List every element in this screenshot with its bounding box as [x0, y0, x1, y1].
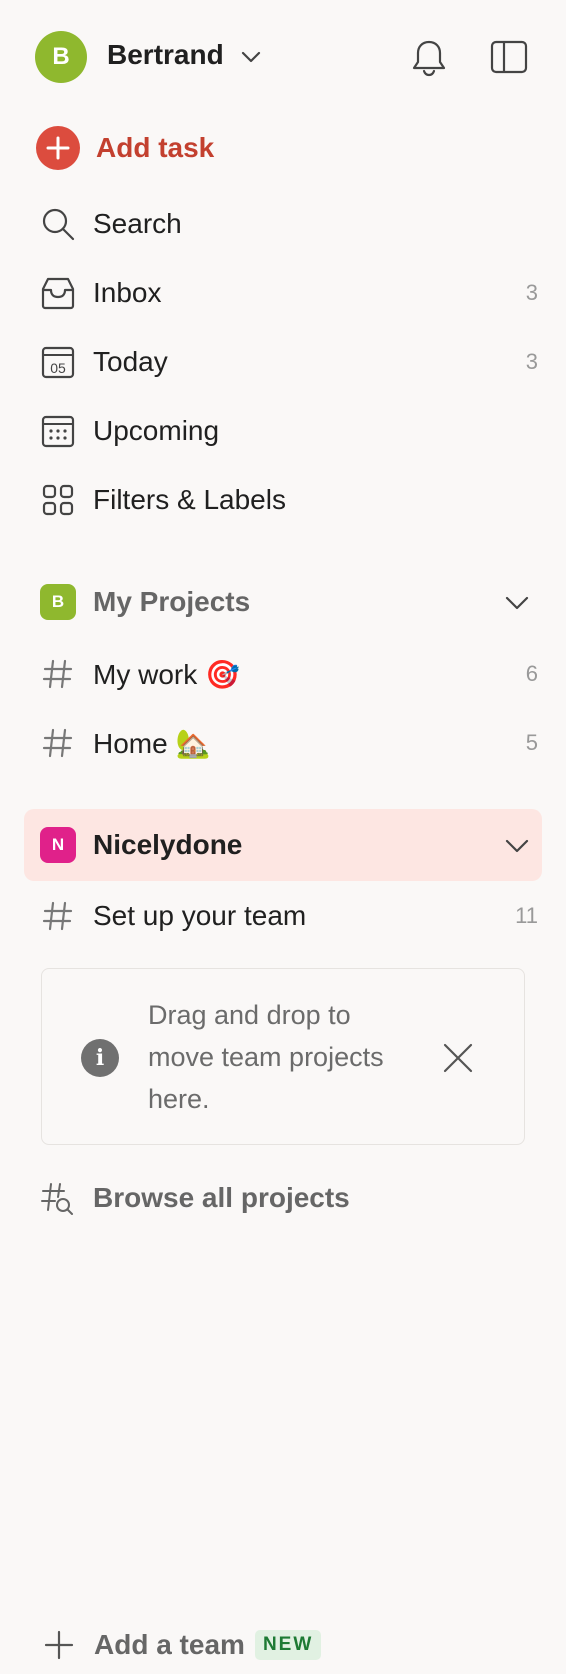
project-label: Home 🏡 [93, 727, 211, 759]
nav-item-label: Upcoming [93, 415, 220, 446]
project-label: Set up your team [93, 900, 307, 931]
hashtag-icon [42, 659, 73, 689]
info-icon: i [81, 1039, 119, 1077]
team-header[interactable]: N Nicelydone [24, 809, 542, 881]
browse-all-projects-link[interactable]: Browse all projects [40, 1173, 350, 1223]
team-badge: N [40, 827, 76, 863]
nav-item-search[interactable]: Search [24, 194, 542, 254]
project-label: My work 🎯 [93, 658, 240, 690]
project-item-set-up-team[interactable]: Set up your team 11 [24, 886, 542, 946]
nav-item-label: Filters & Labels [93, 484, 286, 515]
nav-item-inbox[interactable]: Inbox 3 [24, 263, 542, 323]
add-task-label: Add task [96, 132, 215, 163]
my-projects-header[interactable]: B My Projects [24, 570, 542, 634]
browse-projects-icon [41, 1183, 73, 1215]
avatar[interactable]: B [35, 31, 87, 83]
sidebar: B Bertrand Add task Search Inbox 3 05 To… [0, 0, 566, 1674]
inbox-icon [41, 277, 75, 310]
nav-item-label: Inbox [93, 277, 162, 308]
task-count: 3 [525, 349, 538, 374]
section-title: Nicelydone [93, 829, 243, 860]
task-count: 3 [525, 280, 538, 305]
calendar-today-icon: 05 [41, 346, 75, 379]
plus-icon [44, 1630, 74, 1660]
drag-drop-hint: i Drag and drop to move team projects he… [41, 968, 525, 1145]
project-item-my-work[interactable]: My work 🎯 6 [24, 644, 542, 704]
nav-item-filters-labels[interactable]: Filters & Labels [24, 470, 542, 530]
task-count: 11 [515, 903, 538, 928]
browse-label: Browse all projects [93, 1182, 350, 1213]
sidebar-header: B Bertrand [0, 0, 566, 112]
project-item-home[interactable]: Home 🏡 5 [24, 713, 542, 773]
calendar-grid-icon [41, 415, 75, 448]
task-count: 5 [525, 730, 538, 755]
grid-icon [42, 484, 74, 516]
chevron-down-icon[interactable] [504, 833, 530, 859]
user-name[interactable]: Bertrand [107, 39, 224, 71]
chevron-down-icon[interactable] [238, 44, 264, 70]
hashtag-icon [42, 901, 73, 931]
section-title: My Projects [93, 586, 251, 617]
add-team-label: Add a team [94, 1629, 245, 1660]
bell-icon[interactable] [410, 38, 448, 78]
new-badge: NEW [254, 1630, 322, 1660]
close-icon[interactable] [441, 1041, 475, 1075]
nav-item-upcoming[interactable]: Upcoming [24, 401, 542, 461]
add-team-button[interactable]: Add a team NEW [44, 1620, 322, 1670]
sidebar-toggle-icon[interactable] [490, 40, 528, 74]
task-count: 6 [525, 661, 538, 686]
today-date-number: 05 [50, 360, 66, 376]
nav-item-today[interactable]: 05 Today 3 [24, 332, 542, 392]
plus-icon [36, 126, 80, 170]
hashtag-icon [42, 728, 73, 758]
nav-item-label: Today [93, 346, 168, 377]
nav-item-label: Search [93, 208, 182, 239]
search-icon [42, 208, 75, 241]
chevron-down-icon[interactable] [504, 590, 530, 616]
add-task-button[interactable]: Add task [36, 124, 214, 172]
hint-text: Drag and drop to move team projects here… [148, 1000, 384, 1114]
my-projects-badge: B [40, 584, 76, 620]
